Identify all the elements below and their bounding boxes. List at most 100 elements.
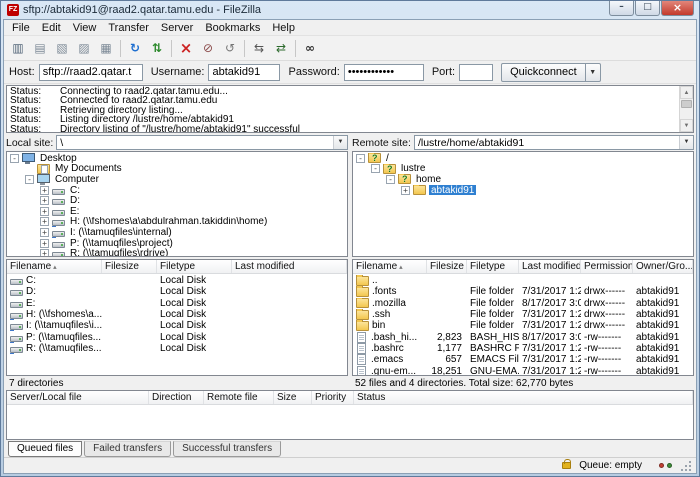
process-queue-button[interactable] bbox=[146, 38, 168, 59]
tree-item[interactable]: C: bbox=[7, 185, 347, 196]
file-row[interactable]: P: (\\tamuqfiles... Local Disk bbox=[7, 331, 347, 342]
queue-column-size[interactable]: Size bbox=[274, 391, 312, 404]
tree-expander-icon[interactable] bbox=[40, 207, 49, 216]
tree-expander-icon[interactable] bbox=[40, 228, 49, 237]
scroll-up-icon[interactable] bbox=[680, 86, 693, 99]
password-input[interactable] bbox=[344, 64, 424, 81]
resize-grip[interactable] bbox=[680, 460, 692, 472]
close-button[interactable] bbox=[661, 1, 694, 16]
queue-column-status[interactable]: Status bbox=[354, 391, 693, 404]
minimize-button[interactable] bbox=[609, 1, 634, 16]
file-row[interactable]: R: (\\tamuqfiles... Local Disk bbox=[7, 343, 347, 354]
toggle-message-log-button[interactable] bbox=[29, 38, 51, 59]
file-row[interactable]: .emacs 657 EMACS File 7/31/2017 1:2... -… bbox=[353, 354, 679, 365]
tree-item[interactable]: abtakid91 bbox=[353, 185, 693, 196]
scroll-track[interactable] bbox=[680, 99, 693, 119]
tree-item[interactable]: / bbox=[353, 153, 693, 164]
combo-dropdown-icon[interactable] bbox=[333, 136, 347, 149]
toggle-remote-tree-button[interactable] bbox=[73, 38, 95, 59]
reconnect-button[interactable] bbox=[219, 38, 241, 59]
quickconnect-dropdown-icon[interactable] bbox=[586, 63, 601, 82]
file-row[interactable]: bin File folder 7/31/2017 1:2... drwx---… bbox=[353, 320, 679, 331]
tree-item[interactable]: lustre bbox=[353, 164, 693, 175]
remote-column-last-modified[interactable]: Last modified bbox=[519, 260, 581, 273]
tree-expander-icon[interactable] bbox=[40, 186, 49, 195]
tree-item-label[interactable]: E: bbox=[68, 206, 81, 217]
tree-item[interactable]: Desktop bbox=[7, 153, 347, 164]
file-row[interactable]: E: Local Disk bbox=[7, 298, 347, 309]
tree-expander-icon[interactable] bbox=[386, 175, 395, 184]
file-row[interactable]: .bashrc 1,177 BASHRC File 7/31/2017 1:2.… bbox=[353, 343, 679, 354]
file-row[interactable]: C: Local Disk bbox=[7, 275, 347, 286]
remote-column-filesize[interactable]: Filesize bbox=[427, 260, 467, 273]
remote-site-combobox[interactable]: /lustre/home/abtakid91 bbox=[414, 135, 694, 150]
tree-item-label[interactable]: P: (\\tamuqfiles\project) bbox=[68, 238, 175, 249]
remote-column-owner-group[interactable]: Owner/Gro... bbox=[633, 260, 693, 273]
username-input[interactable] bbox=[208, 64, 280, 81]
tree-item[interactable]: H: (\\fshomes\a\abdulrahman.takiddin\hom… bbox=[7, 217, 347, 228]
tree-item-label[interactable]: Desktop bbox=[38, 153, 79, 164]
tree-item-label[interactable]: R: (\\tamuqfiles\rdrive) bbox=[68, 248, 170, 257]
tree-item-label[interactable]: home bbox=[414, 174, 443, 185]
quickconnect-button[interactable]: Quickconnect bbox=[501, 63, 586, 82]
file-row[interactable]: .. bbox=[353, 275, 679, 286]
file-row[interactable]: .bash_hi... 2,823 BASH_HIS... 8/17/2017 … bbox=[353, 331, 679, 342]
host-input[interactable] bbox=[39, 64, 143, 81]
tab-failed-transfers[interactable]: Failed transfers bbox=[84, 441, 171, 457]
maximize-button[interactable] bbox=[635, 1, 660, 16]
menu-help[interactable]: Help bbox=[266, 21, 301, 35]
queue-column-server-local-file[interactable]: Server/Local file bbox=[7, 391, 149, 404]
tree-item-label[interactable]: I: (\\tamuqfiles\internal) bbox=[68, 227, 174, 238]
tree-item-label[interactable]: abtakid91 bbox=[429, 185, 476, 196]
tree-expander-icon[interactable] bbox=[40, 239, 49, 248]
tree-item[interactable]: Computer bbox=[7, 174, 347, 185]
tab-successful-transfers[interactable]: Successful transfers bbox=[173, 441, 281, 457]
tree-item-label[interactable]: My Documents bbox=[53, 164, 124, 175]
local-site-combobox[interactable]: \ bbox=[56, 135, 348, 150]
tree-item[interactable]: P: (\\tamuqfiles\project) bbox=[7, 238, 347, 249]
scroll-thumb[interactable] bbox=[681, 100, 692, 108]
tree-expander-icon[interactable] bbox=[356, 154, 365, 163]
file-row[interactable]: H: (\\fshomes\a... Local Disk bbox=[7, 309, 347, 320]
tree-item-label[interactable]: C: bbox=[68, 185, 82, 196]
tree-item-label[interactable]: H: (\\fshomes\a\abdulrahman.takiddin\hom… bbox=[68, 217, 269, 228]
tree-item-label[interactable]: Computer bbox=[53, 174, 101, 185]
tree-expander-icon[interactable] bbox=[371, 164, 380, 173]
file-row[interactable]: I: (\\tamuqfiles\i... Local Disk bbox=[7, 320, 347, 331]
local-column-last-modified[interactable]: Last modified bbox=[232, 260, 347, 273]
menu-transfer[interactable]: Transfer bbox=[102, 21, 155, 35]
menu-bookmarks[interactable]: Bookmarks bbox=[199, 21, 266, 35]
remote-column-permissions[interactable]: Permissions bbox=[581, 260, 633, 273]
titlebar[interactable]: sftp://abtakid91@raad2.qatar.tamu.edu - … bbox=[3, 1, 697, 19]
remote-column-filetype[interactable]: Filetype bbox=[467, 260, 519, 273]
tree-item-label[interactable]: / bbox=[384, 153, 391, 164]
remote-column-filename[interactable]: Filename▴ bbox=[353, 260, 427, 273]
scroll-down-icon[interactable] bbox=[680, 119, 693, 132]
tree-expander-icon[interactable] bbox=[25, 175, 34, 184]
queue-column-direction[interactable]: Direction bbox=[149, 391, 204, 404]
tree-item-label[interactable]: D: bbox=[68, 195, 82, 206]
queue-column-priority[interactable]: Priority bbox=[312, 391, 354, 404]
synchronized-browsing-button[interactable] bbox=[270, 38, 292, 59]
menu-server[interactable]: Server bbox=[155, 21, 199, 35]
tree-expander-icon[interactable] bbox=[10, 154, 19, 163]
toggle-local-tree-button[interactable] bbox=[51, 38, 73, 59]
log-scrollbar[interactable] bbox=[679, 86, 693, 132]
encryption-lock-icon[interactable] bbox=[562, 462, 571, 469]
port-input[interactable] bbox=[459, 64, 493, 81]
local-column-filename[interactable]: Filename▴ bbox=[7, 260, 102, 273]
file-row[interactable]: .gnu-em... 18,251 GNU-EMA... 7/31/2017 1… bbox=[353, 365, 679, 375]
tree-item[interactable]: I: (\\tamuqfiles\internal) bbox=[7, 227, 347, 238]
queue-column-remote-file[interactable]: Remote file bbox=[204, 391, 274, 404]
directory-comparison-button[interactable] bbox=[248, 38, 270, 59]
find-files-button[interactable] bbox=[299, 38, 321, 59]
menu-file[interactable]: File bbox=[6, 21, 36, 35]
cancel-button[interactable] bbox=[175, 38, 197, 59]
local-column-filetype[interactable]: Filetype bbox=[157, 260, 232, 273]
tree-item-label[interactable]: lustre bbox=[399, 164, 427, 175]
tree-item[interactable]: home bbox=[353, 174, 693, 185]
menu-view[interactable]: View bbox=[67, 21, 103, 35]
tree-expander-icon[interactable] bbox=[40, 217, 49, 226]
file-row[interactable]: .mozilla File folder 8/17/2017 3:0... dr… bbox=[353, 298, 679, 309]
tree-expander-icon[interactable] bbox=[40, 249, 49, 257]
